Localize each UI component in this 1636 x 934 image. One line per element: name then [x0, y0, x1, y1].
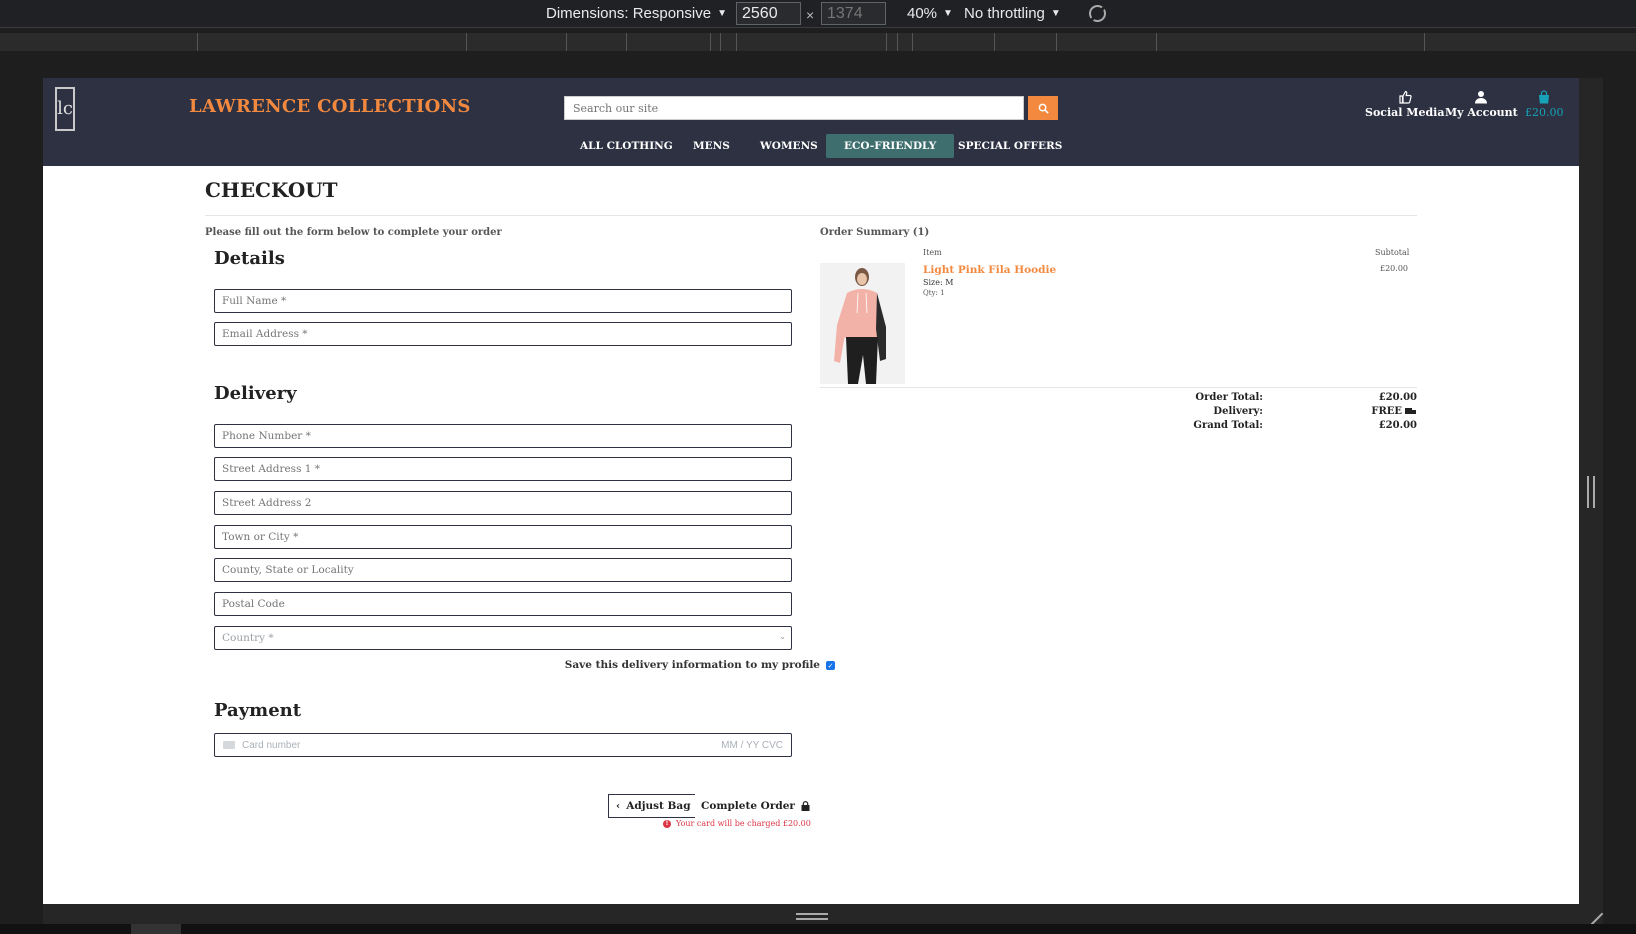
shopping-bag-icon	[1539, 90, 1550, 104]
truck-icon	[1405, 407, 1417, 416]
nav-all-clothing[interactable]: ALL CLOTHING	[562, 134, 691, 158]
adjust-bag-button[interactable]: ‹ Adjust Bag	[608, 794, 699, 818]
product-size: Size: M	[923, 278, 954, 287]
complete-order-button[interactable]: Complete Order	[695, 794, 816, 818]
zoom-label: 40%	[907, 5, 938, 22]
site-header: lc LAWRENCE COLLECTIONS Social Media My …	[43, 78, 1579, 166]
dimensions-label: Dimensions: Responsive	[546, 5, 712, 22]
chevron-down-icon: ⌄	[779, 632, 786, 641]
town-city-field[interactable]	[214, 525, 792, 549]
nav-womens[interactable]: WOMENS	[742, 134, 836, 158]
divider	[820, 387, 1417, 388]
search-input[interactable]	[564, 96, 1024, 120]
chevron-down-icon: ▼	[943, 8, 953, 19]
thumbs-up-icon	[1399, 90, 1412, 104]
product-subtotal: £20.00	[1380, 264, 1408, 273]
page-viewport: lc LAWRENCE COLLECTIONS Social Media My …	[43, 78, 1579, 904]
throttling-label: No throttling	[964, 5, 1045, 22]
brand-name[interactable]: LAWRENCE COLLECTIONS	[189, 96, 471, 117]
divider	[205, 215, 1417, 216]
card-expiry-cvc-placeholder: MM / YY CVC	[721, 739, 783, 751]
bag-total: £20.00	[1525, 106, 1564, 119]
dimensions-dropdown[interactable]: Dimensions: Responsive ▼	[546, 5, 727, 22]
times-icon: ×	[806, 7, 815, 23]
shopping-bag-link[interactable]: £20.00	[1525, 90, 1564, 119]
rotate-icon[interactable]	[1089, 5, 1106, 22]
delivery-value: FREE	[1313, 406, 1417, 417]
product-quantity: Qty: 1	[923, 289, 945, 297]
search-icon	[1038, 103, 1049, 114]
card-element[interactable]: Card number MM / YY CVC	[214, 733, 792, 757]
logo[interactable]: lc	[55, 87, 75, 131]
grand-total-label: Grand Total:	[1193, 420, 1263, 431]
search-button[interactable]	[1028, 96, 1058, 120]
zoom-dropdown[interactable]: 40% ▼	[907, 5, 953, 22]
product-name-link[interactable]: Light Pink Fila Hoodie	[923, 264, 1056, 276]
hoodie-model-image	[820, 263, 905, 384]
drawer-tab[interactable]	[131, 924, 181, 934]
delivery-amount: FREE	[1371, 406, 1402, 417]
country-select[interactable]: Country * ⌄	[214, 626, 792, 650]
save-info-checkbox[interactable]: ✓	[826, 660, 835, 670]
checkout-intro: Please fill out the form below to comple…	[205, 227, 502, 238]
main-nav: ALL CLOTHING MENS WOMENS ECO-FRIENDLY SP…	[43, 134, 1579, 158]
nav-special-offers[interactable]: SPECIAL OFFERS	[940, 134, 1080, 158]
order-total-value: £20.00	[1313, 392, 1417, 403]
chevron-down-icon: ▼	[717, 8, 727, 19]
social-media-label: Social Media	[1365, 106, 1445, 119]
nav-eco-friendly[interactable]: ECO-FRIENDLY	[826, 134, 955, 158]
postal-code-field[interactable]	[214, 592, 792, 616]
payment-heading: Payment	[214, 700, 302, 721]
order-total-label: Order Total:	[1195, 392, 1263, 403]
street-address-1-field[interactable]	[214, 457, 792, 481]
save-info-label: Save this delivery information to my pro…	[564, 659, 820, 671]
delivery-label: Delivery:	[1213, 406, 1263, 417]
card-number-placeholder: Card number	[242, 739, 301, 751]
order-summary-heading: Order Summary (1)	[820, 227, 930, 238]
lock-icon	[801, 801, 810, 811]
chevron-down-icon: ▼	[1050, 8, 1061, 19]
county-field[interactable]	[214, 558, 792, 582]
credit-card-icon	[223, 741, 235, 749]
grand-total-amount: £20.00	[1378, 420, 1417, 431]
user-icon	[1475, 91, 1488, 104]
column-item: Item	[923, 248, 942, 257]
my-account-label: My Account	[1445, 106, 1518, 119]
social-media-link[interactable]: Social Media	[1365, 90, 1444, 119]
charge-warning-text: Your card will be charged £20.00	[676, 819, 811, 828]
page-title: CHECKOUT	[205, 178, 338, 202]
resize-handle-bottom[interactable]	[796, 913, 828, 920]
order-total-amount: £20.00	[1378, 392, 1417, 403]
email-field[interactable]	[214, 322, 792, 346]
throttling-dropdown[interactable]: No throttling ▼	[964, 5, 1061, 22]
chevron-left-icon: ‹	[616, 800, 621, 812]
adjust-bag-label: Adjust Bag	[626, 800, 691, 812]
complete-order-label: Complete Order	[701, 800, 795, 812]
save-info-row[interactable]: Save this delivery information to my pro…	[563, 659, 835, 671]
width-input[interactable]	[736, 2, 801, 25]
street-address-2-field[interactable]	[214, 491, 792, 515]
charge-warning: ! Your card will be charged £20.00	[663, 819, 811, 828]
phone-field[interactable]	[214, 424, 792, 448]
media-query-ruler	[0, 33, 1636, 51]
delivery-heading: Delivery	[214, 383, 297, 404]
full-name-field[interactable]	[214, 289, 792, 313]
height-input[interactable]	[821, 2, 886, 25]
product-image[interactable]	[820, 263, 905, 384]
grand-total-value: £20.00	[1313, 420, 1417, 431]
column-subtotal: Subtotal	[1375, 248, 1410, 257]
bottom-strip	[0, 924, 1636, 934]
nav-mens[interactable]: MENS	[675, 134, 748, 158]
devtools-toolbar: Dimensions: Responsive ▼ × 40% ▼ No thro…	[0, 0, 1636, 28]
exclamation-circle-icon: !	[663, 819, 671, 828]
country-placeholder: Country *	[222, 632, 274, 644]
resize-handle-right[interactable]	[1587, 476, 1595, 508]
details-heading: Details	[214, 248, 285, 269]
my-account-link[interactable]: My Account	[1445, 90, 1518, 119]
